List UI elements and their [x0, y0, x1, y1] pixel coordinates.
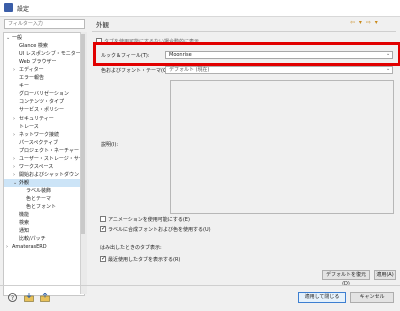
history-nav-icons[interactable]: ⇦ ▾ ⇨ ▾	[350, 19, 379, 26]
tree-item-label: ワークスペース	[19, 163, 54, 170]
tree-item[interactable]: 色とフォント	[4, 203, 84, 211]
tree-item[interactable]: コンテンツ・タイプ	[4, 98, 84, 106]
chevron-down-icon[interactable]: ⌄	[386, 66, 390, 72]
tree-item[interactable]: エラー報告	[4, 74, 84, 82]
page-title: 外観	[96, 21, 109, 29]
divider	[92, 31, 396, 32]
tree-item[interactable]: › ネットワーク接続	[4, 131, 84, 139]
tree-item-label: セキュリティー	[19, 115, 54, 122]
tree-item-label: ユーザー・ストレージ・サー	[19, 155, 84, 162]
tree-item-label: 外観	[19, 179, 30, 186]
tree-item[interactable]: › ユーザー・ストレージ・サー	[4, 155, 84, 163]
animation-checkbox[interactable]	[100, 216, 106, 222]
tree-item[interactable]: パースペクティブ	[4, 139, 84, 147]
theme-select[interactable]: デフォルト (現在)	[165, 66, 393, 74]
tree-item[interactable]: Web ブラウザー	[4, 58, 84, 66]
tree-item[interactable]: 機能	[4, 211, 84, 219]
tree-item-label: UI レスポンシブ・モニター	[19, 51, 81, 58]
tree-item[interactable]: › 開始およびシャットダウン	[4, 171, 84, 179]
apply-and-close-button[interactable]: 適用して閉じる	[298, 292, 346, 303]
help-icon[interactable]: ?	[8, 293, 17, 302]
tree-item[interactable]: › セキュリティー	[4, 115, 84, 123]
tree-item-label: 一般	[12, 35, 23, 41]
highlight-box	[93, 42, 400, 66]
description-label: 説明(I):	[101, 142, 119, 148]
tree-item-label: キー	[19, 83, 30, 90]
tree-item-label: 色とフォント	[26, 204, 57, 211]
tree-item-label: コンテンツ・タイプ	[19, 99, 65, 106]
tree-item[interactable]: サービス・ポリシー	[4, 106, 84, 114]
preference-tree[interactable]: ⌄ 一般 Glance 検索 UI レスポンシブ・モニター Web ブラウザー › エディタ…	[3, 32, 85, 296]
tree-item-label: トレース	[19, 123, 39, 130]
tree-item[interactable]: ⌄ 外観	[4, 178, 84, 187]
description-box	[170, 80, 394, 214]
export-icon[interactable]	[40, 292, 50, 302]
import-icon[interactable]	[24, 293, 34, 302]
cancel-button[interactable]: キャンセル	[350, 292, 394, 303]
tree-item-label: プロジェクト・ネーチャー	[19, 147, 79, 154]
window-titlebar	[0, 0, 400, 17]
tree-item[interactable]: UI レスポンシブ・モニター	[4, 50, 84, 58]
tree-item-label: エラー報告	[19, 75, 45, 82]
tree-item[interactable]: 比較/パッチ	[4, 235, 84, 243]
tree-item[interactable]: › エディター	[4, 66, 84, 74]
tree-item[interactable]: トレース	[4, 123, 84, 131]
tree-item-label: サービス・ポリシー	[19, 107, 65, 114]
tree-item-label: 比較/パッチ	[19, 236, 46, 243]
divider	[0, 285, 400, 286]
app-icon	[4, 3, 13, 12]
theme-label: 色およびフォント・テーマ(C):	[101, 68, 171, 74]
tree-item-label: 検索	[19, 220, 30, 227]
tree-item-label: グローバリゼーション	[19, 91, 69, 98]
animation-label: アニメーションを使用可能にする(E)	[108, 217, 190, 223]
mixed-fonts-label: ラベルに合成フォントおよび色を使用する(U)	[108, 227, 211, 233]
recent-tabs-label: 最近使用したタブを表示する(R)	[108, 257, 181, 263]
tree-item-label: Glance 検索	[19, 43, 48, 50]
recent-tabs-checkbox[interactable]	[100, 255, 106, 262]
tree-item-label: 機能	[19, 212, 30, 219]
tree-item[interactable]: 色とテーマ	[4, 195, 84, 203]
tree-scroll-thumb[interactable]	[81, 34, 85, 234]
tree-item[interactable]: › ワークスペース	[4, 163, 84, 171]
tree-item[interactable]: Glance 検索	[4, 42, 84, 50]
tabs-section-label: はみ出したときのタブ表示:	[100, 245, 162, 251]
tree-item-label: 通知	[19, 228, 30, 235]
window-title: 設定	[17, 6, 30, 13]
tree-item-label: 色とテーマ	[26, 196, 52, 202]
tree-item-label: ネットワーク接続	[19, 131, 60, 138]
tree-item[interactable]: › AmaterasERD	[4, 243, 84, 251]
restore-defaults-button[interactable]: デフォルトを復元(D)	[322, 270, 370, 287]
tree-item[interactable]: ⌄ 一般	[4, 34, 84, 42]
apply-button[interactable]: 適用(A)	[374, 270, 396, 280]
tree-item-label: AmaterasERD	[12, 244, 47, 251]
tree-item-label: ラベル装飾	[26, 187, 52, 194]
tree-item[interactable]: 検索	[4, 219, 84, 227]
svg-text:?: ?	[11, 295, 14, 302]
tree-item-label: パースペクティブ	[19, 139, 59, 146]
tree-item[interactable]: プロジェクト・ネーチャー	[4, 147, 84, 155]
tree-item-label: Web ブラウザー	[19, 59, 57, 66]
tree-item-label: 開始およびシャットダウン	[19, 171, 80, 178]
tree-item-label: エディター	[19, 67, 44, 74]
tree-item[interactable]: 通知	[4, 227, 84, 235]
tree-item[interactable]: グローバリゼーション	[4, 90, 84, 98]
tree-item[interactable]: キー	[4, 82, 84, 90]
filter-input[interactable]	[4, 19, 85, 29]
tree-item[interactable]: ラベル装飾	[4, 187, 84, 195]
mixed-fonts-checkbox[interactable]	[100, 225, 106, 232]
